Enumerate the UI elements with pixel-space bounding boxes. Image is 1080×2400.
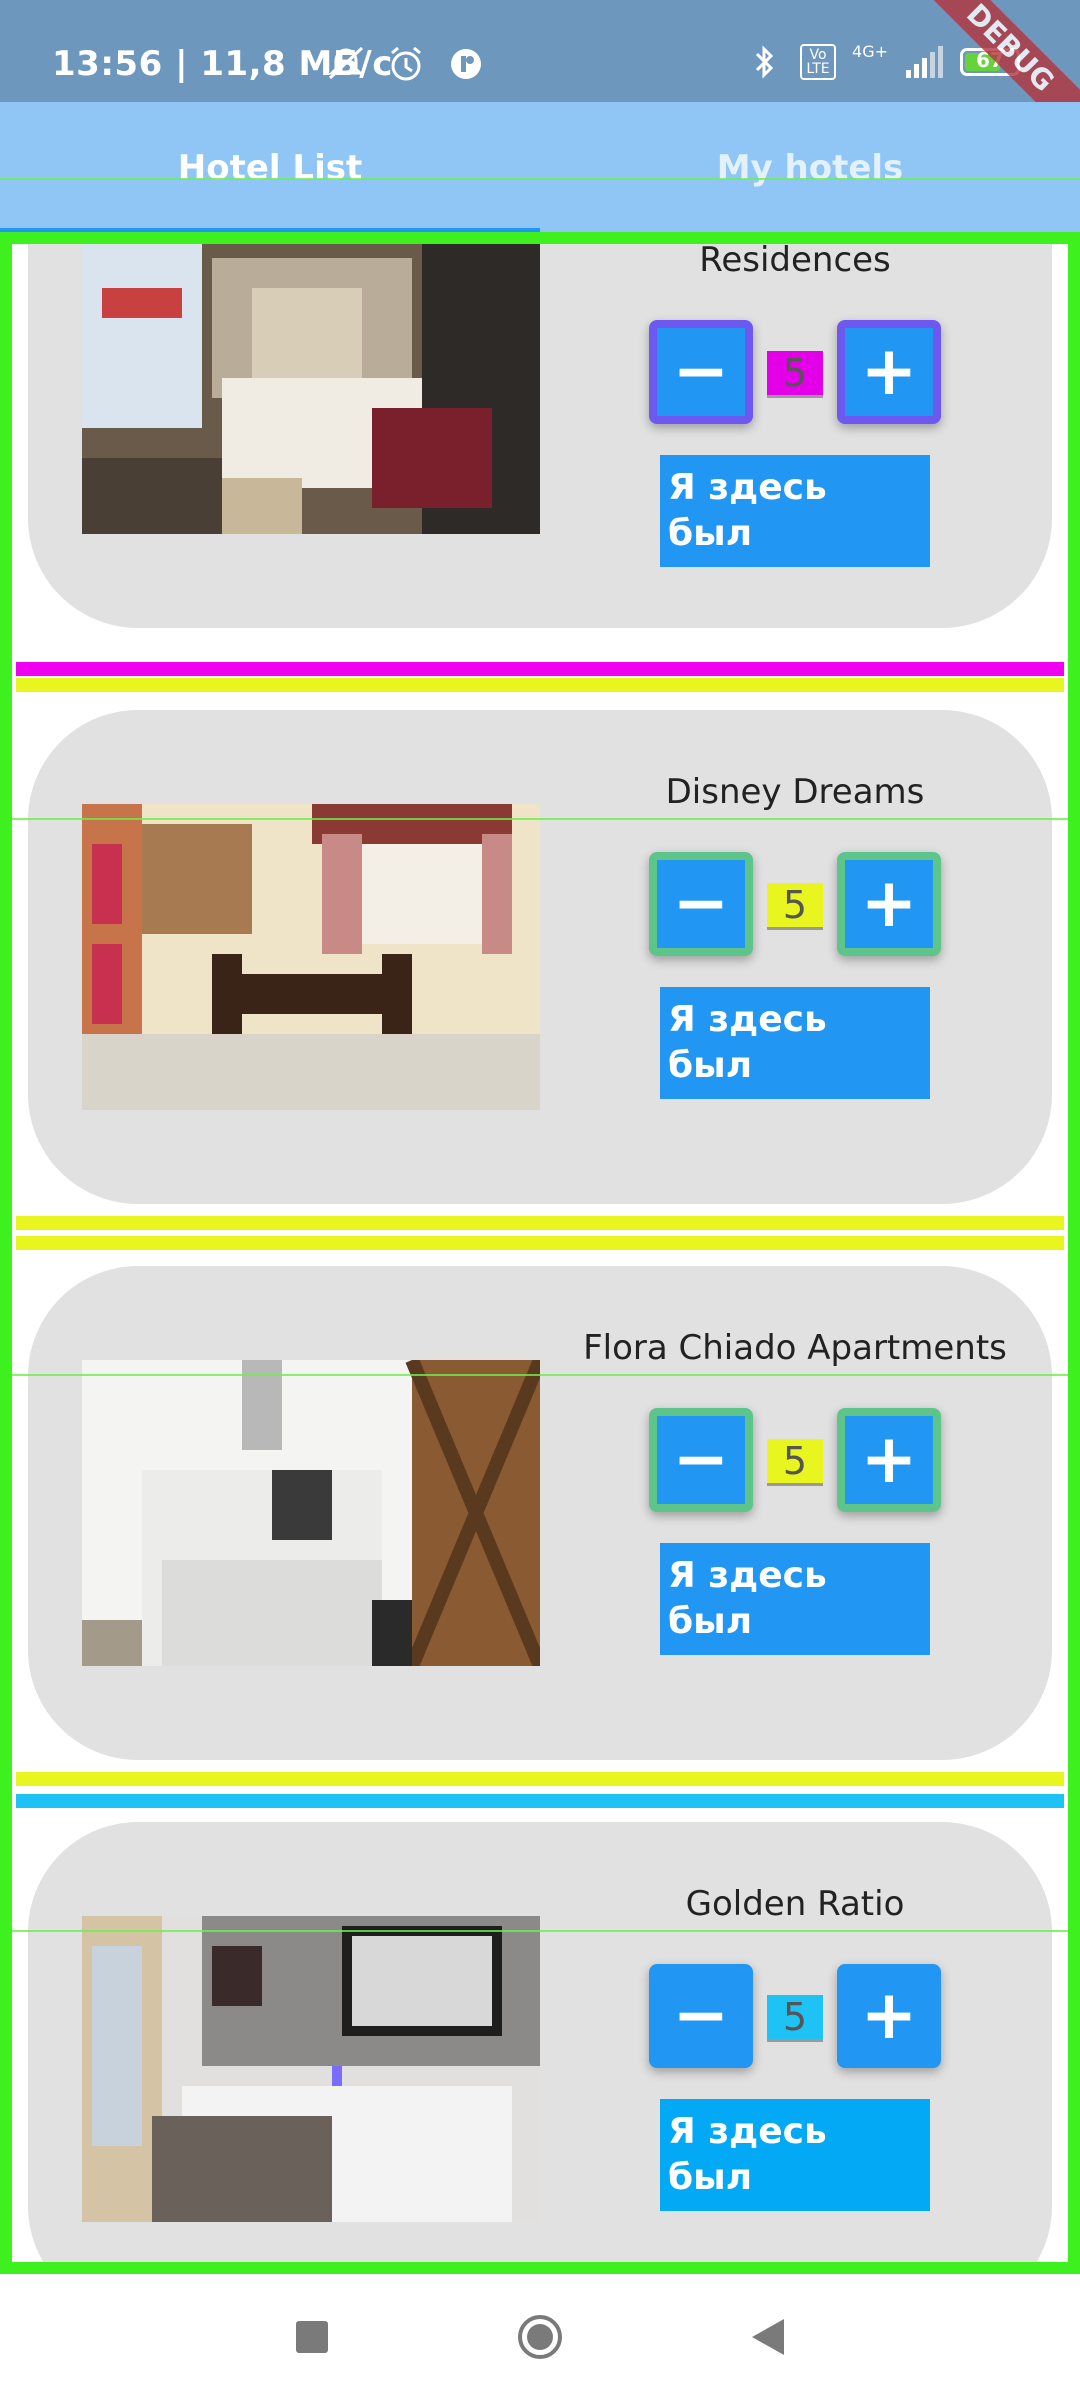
been-here-button[interactable]: Я здесь был [660,1543,930,1655]
decrement-button[interactable]: − [649,1964,753,2068]
decrement-button[interactable]: − [649,852,753,956]
minus-icon: − [657,1416,745,1504]
tab-hotel-list[interactable]: Hotel List [0,102,540,234]
hotel-list[interactable]: Open Lisbon Prime Residences − 5 + Я зде… [0,234,1080,2274]
decrement-button[interactable]: − [649,1408,753,1512]
alarm-icon [386,44,426,84]
square-icon [296,2321,328,2353]
quantity-stepper: − 5 + [649,1964,941,2068]
count-value: 5 [767,1439,823,1486]
increment-button[interactable]: + [837,1408,941,1512]
bluetooth-icon [744,42,784,82]
hotel-name: Golden Ratio [685,1884,905,1924]
debug-separator [16,1794,1064,1808]
minus-icon: − [657,860,745,948]
been-here-label: Я здесь был [660,455,930,567]
network-type-label: 4G+ [852,42,888,61]
debug-guide-line [0,1930,1080,1932]
hotel-photo [82,804,540,1110]
been-here-button[interactable]: Я здесь был [660,987,930,1099]
count-value: 5 [767,883,823,930]
quantity-stepper: − 5 + [649,320,941,424]
been-here-button[interactable]: Я здесь был [660,2099,930,2211]
decrement-button[interactable]: − [649,320,753,424]
hotel-photo [82,1360,540,1666]
been-here-label: Я здесь был [660,1543,930,1655]
plus-icon: + [845,1972,933,2060]
status-icons-left [326,44,486,84]
home-button[interactable] [516,2313,564,2361]
minus-icon: − [657,1972,745,2060]
count-value: 5 [767,351,823,398]
circle-icon [518,2315,562,2359]
hotel-name: Disney Dreams [665,772,925,812]
plus-icon: + [845,328,933,416]
quantity-stepper: − 5 + [649,1408,941,1512]
triangle-back-icon [752,2319,784,2355]
increment-button[interactable]: + [837,320,941,424]
app-notification-icon [446,44,486,84]
hotel-photo [82,234,540,534]
count-value: 5 [767,1995,823,2042]
debug-guide-line [0,178,1080,180]
hotel-card: Golden Ratio − 5 + Я здесь был [28,1822,1052,2274]
signal-icon [904,42,944,82]
debug-separator [16,678,1064,692]
system-nav-bar [0,2274,1080,2400]
muted-notifications-icon [326,44,366,84]
debug-separator [16,1236,1064,1250]
minus-icon: − [657,328,745,416]
plus-icon: + [845,1416,933,1504]
recents-button[interactable] [288,2313,336,2361]
debug-guide-line [0,1374,1080,1376]
increment-button[interactable]: + [837,852,941,956]
been-here-label: Я здесь был [660,987,930,1099]
debug-guide-line [0,818,1080,820]
hotel-card: Disney Dreams − 5 + Я здесь был [28,710,1052,1204]
quantity-stepper: − 5 + [649,852,941,956]
been-here-button[interactable]: Я здесь был [660,455,930,567]
volte-badge: Vo LTE [800,44,837,80]
debug-separator [16,1772,1064,1786]
status-icons-right: Vo LTE 4G+ 67 [744,42,1020,82]
debug-separator [16,662,1064,676]
increment-button[interactable]: + [837,1964,941,2068]
tab-my-hotels[interactable]: My hotels [540,102,1080,234]
hotel-card: Flora Chiado Apartments − 5 + Я здесь бы… [28,1266,1052,1760]
debug-separator [16,1216,1064,1230]
plus-icon: + [845,860,933,948]
been-here-label: Я здесь был [660,2099,930,2211]
hotel-name: Flora Chiado Apartments [583,1328,1007,1368]
back-button[interactable] [744,2313,792,2361]
app-bar: Hotel List My hotels [0,102,1080,234]
hotel-card: Open Lisbon Prime Residences − 5 + Я зде… [28,234,1052,628]
hotel-photo [82,1916,540,2222]
hotel-name: Open Lisbon Prime Residences [635,234,955,280]
